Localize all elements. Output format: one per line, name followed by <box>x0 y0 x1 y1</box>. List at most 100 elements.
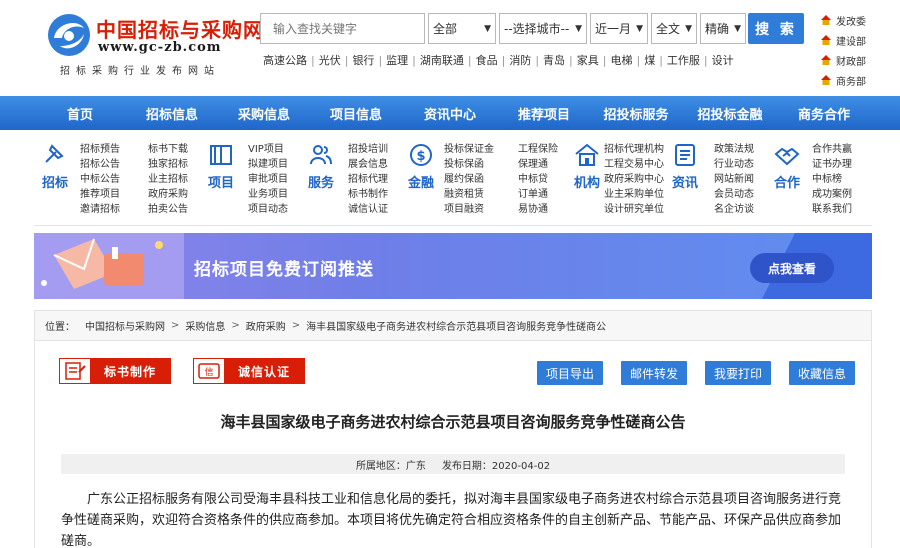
category-link[interactable]: 招标公告 <box>80 157 120 172</box>
nav-item[interactable]: 推荐项目 <box>498 96 590 130</box>
hot-word-link[interactable]: 设计 <box>712 54 734 67</box>
category-link[interactable]: 融资租赁 <box>444 187 494 202</box>
city-select[interactable]: --选择城市-- ▼ <box>499 13 587 44</box>
category-link[interactable]: 业主采购单位 <box>604 187 664 202</box>
subscribe-banner[interactable]: 招标项目免费订阅推送 点我查看 <box>34 233 872 299</box>
category-link-column: 投标保证金 投标保函 履约保函 融资租赁 项目融资 <box>444 142 494 217</box>
category-link[interactable]: 业主招标 <box>148 172 188 187</box>
search-input[interactable] <box>260 13 425 44</box>
hot-word-link[interactable]: 银行 <box>352 54 374 67</box>
category-link[interactable]: 标书制作 <box>348 187 388 202</box>
hot-word-link[interactable]: 煤 <box>644 54 655 67</box>
category-0[interactable]: 招标 <box>38 142 72 191</box>
category-link[interactable]: 会员动态 <box>714 187 754 202</box>
hot-word-link[interactable]: 青岛 <box>543 54 565 67</box>
nav-item[interactable]: 商务合作 <box>778 96 870 130</box>
nav-item[interactable]: 项目信息 <box>310 96 402 130</box>
breadcrumb-link[interactable]: 中国招标与采购网 <box>85 318 165 333</box>
nav-item[interactable]: 资讯中心 <box>404 96 496 130</box>
category-link[interactable]: 项目动态 <box>248 202 288 217</box>
hot-word-link[interactable]: 电梯 <box>610 54 632 67</box>
category-link[interactable]: 诚信认证 <box>348 202 388 217</box>
favorite-button[interactable]: 收藏信息 <box>789 361 855 385</box>
match-select[interactable]: 精确 ▼ <box>700 13 746 44</box>
category-5[interactable]: 机构 <box>570 142 604 191</box>
category-link[interactable]: 中标公告 <box>80 172 120 187</box>
category-link[interactable]: 设计研究单位 <box>604 202 664 217</box>
email-forward-button[interactable]: 邮件转发 <box>621 361 687 385</box>
print-button[interactable]: 我要打印 <box>705 361 771 385</box>
hot-word-link[interactable]: 光伏 <box>319 54 341 67</box>
nav-item[interactable]: 招标信息 <box>126 96 218 130</box>
banner-view-button[interactable]: 点我查看 <box>750 253 834 283</box>
category-link[interactable]: 行业动态 <box>714 157 754 172</box>
category-link[interactable]: 推荐项目 <box>80 187 120 202</box>
category-6[interactable]: 资讯 <box>668 142 702 191</box>
site-logo[interactable]: 中国招标与采购网 www.gc-zb.com 招标采购行业发布网站 <box>46 12 263 82</box>
category-link[interactable]: 成功案例 <box>812 187 852 202</box>
nav-item[interactable]: 招投标金融 <box>684 96 776 130</box>
category-link[interactable]: 邀请招标 <box>80 202 120 217</box>
category-link[interactable]: 独家招标 <box>148 157 188 172</box>
category-link[interactable]: 业务项目 <box>248 187 288 202</box>
category-link[interactable]: 合作共赢 <box>812 142 852 157</box>
category-link[interactable]: 名企访谈 <box>714 202 754 217</box>
side-link[interactable]: 建设部 <box>820 30 898 50</box>
breadcrumb-link[interactable]: 政府采购 <box>246 318 286 333</box>
nav-item[interactable]: 首页 <box>34 96 126 130</box>
hot-word-link[interactable]: 监理 <box>386 54 408 67</box>
category-link[interactable]: 易协通 <box>518 202 558 217</box>
side-link[interactable]: 财政部 <box>820 50 898 70</box>
type-select-value: 全部 <box>433 22 458 36</box>
hot-word-link[interactable]: 食品 <box>476 54 498 67</box>
export-project-button[interactable]: 项目导出 <box>537 361 603 385</box>
category-link[interactable]: 拍卖公告 <box>148 202 188 217</box>
breadcrumb-link[interactable]: 采购信息 <box>185 318 225 333</box>
nav-item[interactable]: 采购信息 <box>218 96 310 130</box>
category-link[interactable]: 联系我们 <box>812 202 852 217</box>
hot-word-link[interactable]: 消防 <box>509 54 531 67</box>
category-2[interactable]: 服务 <box>304 142 338 191</box>
category-3[interactable]: $ 金融 <box>404 142 438 191</box>
category-1[interactable]: 项目 <box>204 142 238 191</box>
category-link[interactable]: 保理通 <box>518 157 558 172</box>
hot-word-link[interactable]: 湖南联通 <box>420 54 464 67</box>
bid-document-button[interactable]: 标书制作 <box>59 358 172 384</box>
nav-item[interactable]: 招投标服务 <box>590 96 682 130</box>
category-link[interactable]: VIP项目 <box>248 142 288 157</box>
side-link[interactable]: 发改委 <box>820 10 898 30</box>
scope-select[interactable]: 全文 ▼ <box>651 13 697 44</box>
breadcrumb-link[interactable]: 海丰县国家级电子商务进农村综合示范县项目咨询服务竞争性磋商公 <box>306 318 606 333</box>
category-link[interactable]: 政府采购中心 <box>604 172 664 187</box>
category-link[interactable]: 订单通 <box>518 187 558 202</box>
side-link[interactable]: 商务部 <box>820 70 898 90</box>
category-link[interactable]: 网站新闻 <box>714 172 754 187</box>
category-7[interactable]: 合作 <box>770 142 804 191</box>
type-select[interactable]: 全部 ▼ <box>428 13 496 44</box>
category-link[interactable]: 投标保证金 <box>444 142 494 157</box>
category-link[interactable]: 招标代理机构 <box>604 142 664 157</box>
category-link[interactable]: 展会信息 <box>348 157 388 172</box>
category-link[interactable]: 投标保函 <box>444 157 494 172</box>
category-link[interactable]: 招投培训 <box>348 142 388 157</box>
hot-word-link[interactable]: 工作服 <box>667 54 700 67</box>
category-link[interactable]: 履约保函 <box>444 172 494 187</box>
category-link[interactable]: 中标贷 <box>518 172 558 187</box>
hot-word-link[interactable]: 高速公路 <box>263 54 307 67</box>
category-link[interactable]: 招标预告 <box>80 142 120 157</box>
category-link[interactable]: 政策法规 <box>714 142 754 157</box>
category-link[interactable]: 工程保险 <box>518 142 558 157</box>
category-link[interactable]: 中标榜 <box>812 172 852 187</box>
category-link[interactable]: 标书下载 <box>148 142 188 157</box>
search-button[interactable]: 搜 索 <box>748 13 804 44</box>
category-link[interactable]: 政府采购 <box>148 187 188 202</box>
category-link[interactable]: 拟建项目 <box>248 157 288 172</box>
hot-word-link[interactable]: 家具 <box>577 54 599 67</box>
category-link[interactable]: 工程交易中心 <box>604 157 664 172</box>
time-select[interactable]: 近一月 ▼ <box>590 13 648 44</box>
credit-cert-button[interactable]: 信 诚信认证 <box>193 358 306 384</box>
category-link[interactable]: 招标代理 <box>348 172 388 187</box>
category-link[interactable]: 项目融资 <box>444 202 494 217</box>
category-link[interactable]: 证书办理 <box>812 157 852 172</box>
category-link[interactable]: 审批项目 <box>248 172 288 187</box>
